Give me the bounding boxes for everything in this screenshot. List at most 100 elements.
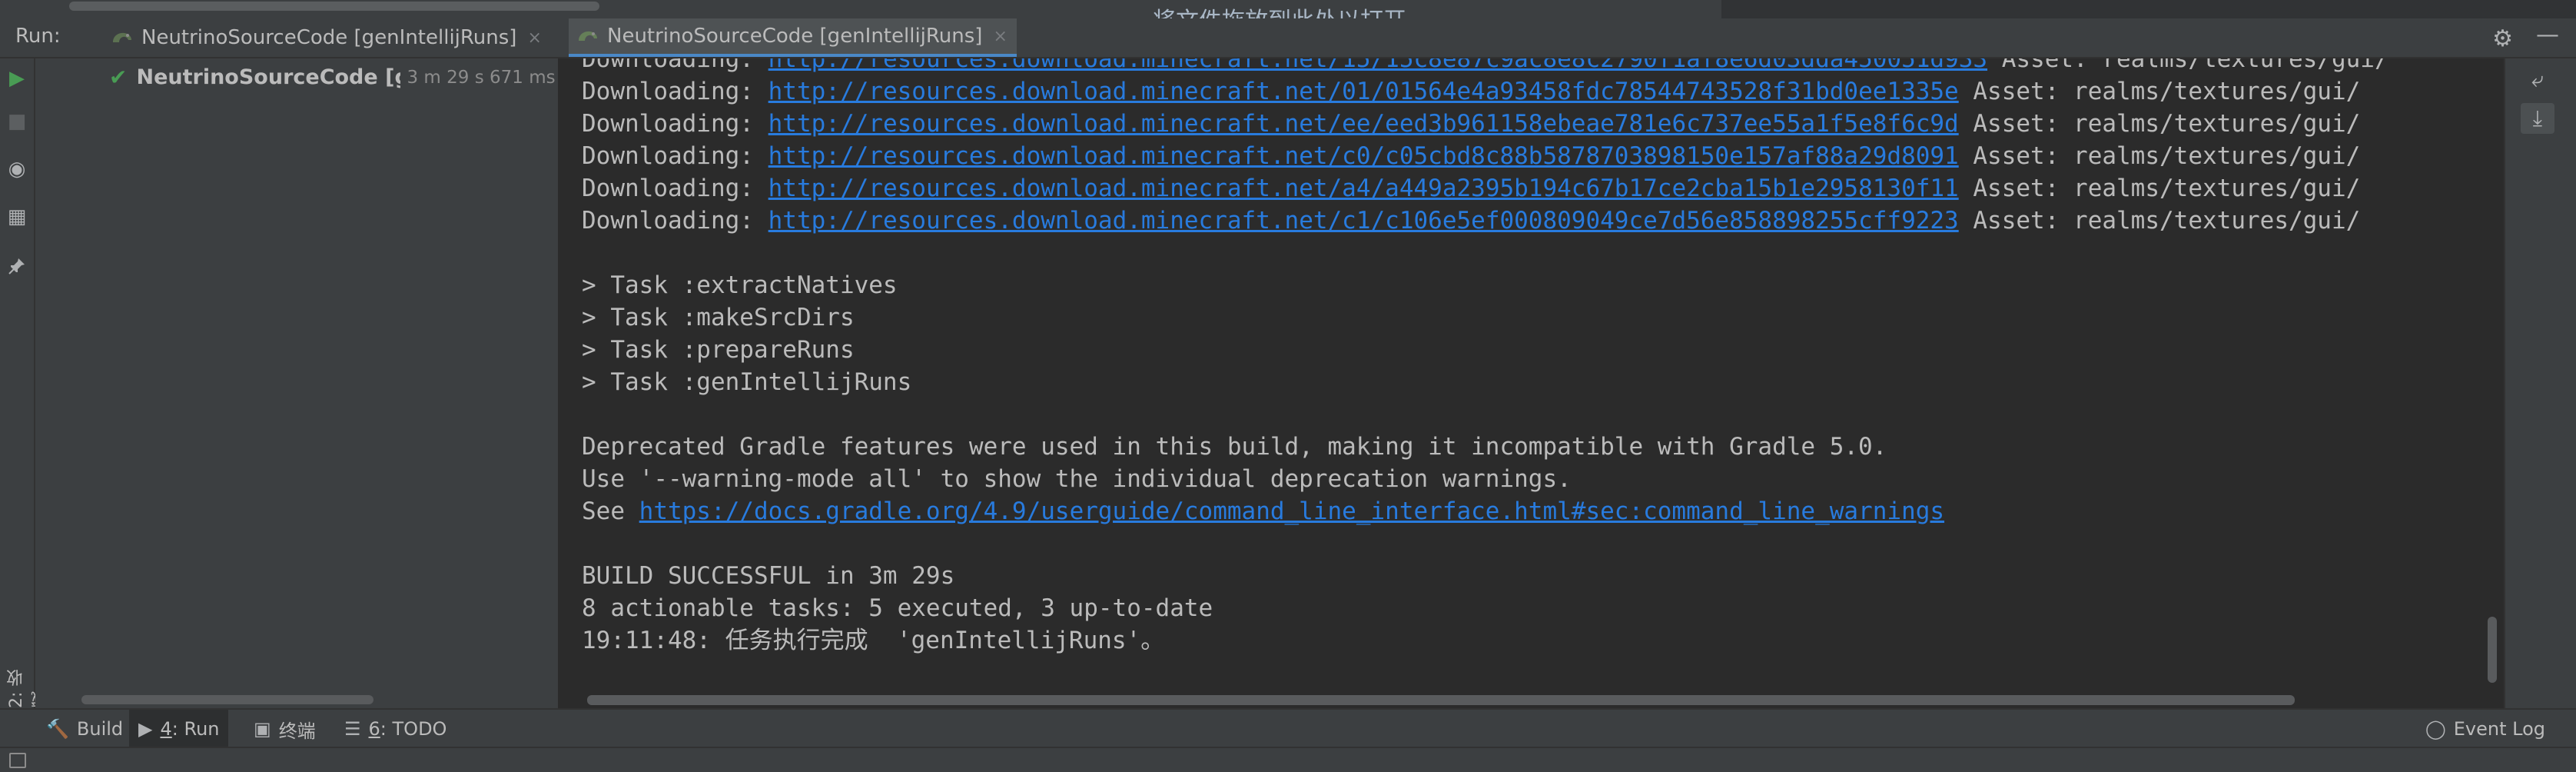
scroll-to-end-button[interactable]: ⤓ [2521,103,2554,134]
console-line-text: > Task :genIntellijRuns [582,368,912,396]
run-tool-button[interactable]: ▶ 4 : Run [129,710,229,748]
event-log-label: Event Log [2453,718,2545,740]
rerun-button[interactable]: ▶ [5,66,29,91]
run-right-toolbar: ⤶ ⤓ [2504,58,2576,708]
console-vertical-scrollbar[interactable] [2484,58,2502,708]
console-line: Downloading: http://resources.download.m… [582,172,2389,205]
console-line-text: Downloading: [582,207,768,235]
console-link[interactable]: http://resources.download.minecraft.net/… [768,78,1959,105]
console-line-text: Downloading: [582,58,768,73]
console-line: > Task :prepareRuns [582,334,2389,366]
console-line-suffix: Asset: realms/textures/gui/ [1958,78,2361,105]
pin-tab-button[interactable] [5,254,29,278]
tree-row-duration: 3 m 29 s 671 ms [407,67,556,88]
hammer-icon: 🔨 [46,718,69,740]
terminal-tool-label: 终端 [278,720,316,742]
run-tree-panel: ✔ NeutrinoSourceCode [genIntellijRuns] 3… [35,58,559,708]
console-link[interactable]: http://resources.download.minecraft.net/… [768,175,1959,202]
layout-button[interactable]: ▦ [5,205,29,229]
console-line-suffix: Asset: realms/textures/gui/ [1958,142,2361,170]
tree-row-title: NeutrinoSourceCode [genIntellijRuns] [136,65,400,89]
console-line-text: Downloading: [582,142,768,170]
console-horizontal-scroll-thumb[interactable] [587,695,2295,705]
console-vertical-scroll-thumb[interactable] [2488,617,2497,683]
editor-scrollbar[interactable] [69,2,599,11]
console-line-text: > Task :extractNatives [582,271,898,299]
console-line-text: > Task :prepareRuns [582,336,855,364]
console-line: Downloading: http://resources.download.m… [582,205,2389,237]
close-icon[interactable]: × [527,28,541,48]
run-icon: ▶ [138,718,153,740]
console-line-text: See [582,497,639,525]
run-tab-1[interactable]: NeutrinoSourceCode [genIntellijRuns] × [111,18,542,57]
console-line-suffix: Asset: realms/textures/gui/ [1987,58,2389,73]
stop-icon: ■ [7,110,27,133]
console-line-text: 19:11:48: 任务执行完成 'genIntellijRuns'。 [582,627,1165,654]
list-icon: ☰ [344,718,361,740]
todo-tool-button[interactable]: ☰ 6 : TODO [335,710,456,748]
show-passed-button[interactable]: ◉ [5,157,29,181]
todo-tool-mnemonic: 6 [368,718,380,740]
gear-icon[interactable]: ⚙ [2492,25,2513,52]
run-tool-label: : Run [171,718,220,740]
run-tab-2-active[interactable]: NeutrinoSourceCode [genIntellijRuns] × [569,18,1017,57]
console-line: > Task :extractNatives [582,269,2389,301]
console-link[interactable]: http://resources.download.minecraft.net/… [768,207,1959,235]
console-line: > Task :makeSrcDirs [582,301,2389,334]
gradle-icon [113,32,131,42]
console-line-text: > Task :makeSrcDirs [582,304,855,331]
console-line-text: Use '--warning-mode all' to show the ind… [582,465,1572,493]
rerun-icon: ▶ [9,67,25,90]
run-window-header: Run: NeutrinoSourceCode [genIntellijRuns… [0,18,2576,58]
pin-icon [8,258,25,275]
editor-side-panel [1721,0,2576,18]
terminal-icon: ▣ [254,718,271,740]
console-line: 8 actionable tasks: 5 executed, 3 up-to-… [582,592,2389,624]
tool-windows-toggle-icon[interactable] [9,753,26,768]
console-output[interactable]: Downloading: http://resources.download.m… [561,58,2484,694]
soft-wrap-icon: ⤶ [2531,67,2544,92]
console-line: BUILD SUCCESSFUL in 3m 29s [582,560,2389,592]
console-link[interactable]: http://resources.download.minecraft.net/… [768,142,1959,170]
scroll-to-end-icon: ⤓ [2532,105,2543,131]
console-link[interactable]: http://resources.download.minecraft.net/… [768,110,1959,138]
close-icon[interactable]: × [993,27,1007,46]
console-link[interactable]: http://resources.download.minecraft.net/… [768,58,1987,73]
console-line-text: BUILD SUCCESSFUL in 3m 29s [582,562,955,590]
gradle-icon [579,31,597,41]
console-line-suffix: Asset: realms/textures/gui/ [1958,110,2361,138]
console-line: > Task :genIntellijRuns [582,366,2389,398]
stop-button[interactable]: ■ [5,109,29,134]
build-tool-button[interactable]: 🔨 Build [37,710,132,748]
tree-row-root[interactable]: ✔ NeutrinoSourceCode [genIntellijRuns] 3… [109,65,586,90]
todo-tool-label: : TODO [380,718,447,740]
run-tool-mnemonic: 4 [160,718,172,740]
event-log-button[interactable]: ◯ Event Log [2425,710,2545,748]
build-tool-label: Build [76,718,124,740]
tool-window-bar: 🔨 Build ▶ 4 : Run ▣ 终端 ☰ 6 : TODO ◯ Even… [0,708,2576,748]
editor-area-strip: 将文件拖放到此处以打开 [0,0,2576,18]
console-line-text: Downloading: [582,110,768,138]
console-horizontal-scrollbar[interactable] [561,692,2484,708]
run-tab-2-label: NeutrinoSourceCode [genIntellijRuns] [607,25,983,48]
event-log-icon: ◯ [2425,718,2446,740]
run-left-toolbar: ▶ ■ ◉ ▦ 2: 收藏 ★ [0,58,51,750]
layout-icon: ▦ [7,205,27,228]
console-line: Deprecated Gradle features were used in … [582,431,2389,463]
console-line-suffix: Asset: realms/textures/gui/ [1958,207,2361,235]
console-line-suffix: Asset: realms/textures/gui/ [1958,175,2361,202]
minimize-icon[interactable]: — [2536,22,2559,48]
run-window-label: Run: [15,25,61,48]
status-bar [0,747,2576,772]
console-line: Downloading: http://resources.download.m… [582,75,2389,108]
soft-wrap-button[interactable]: ⤶ [2521,65,2554,95]
console-line: See https://docs.gradle.org/4.9/userguid… [582,495,2389,527]
console-line-text: 8 actionable tasks: 5 executed, 3 up-to-… [582,594,1213,622]
tree-horizontal-scrollbar[interactable] [81,695,373,704]
console-link[interactable]: https://docs.gradle.org/4.9/userguide/co… [639,497,1944,525]
console-line-text: Downloading: [582,175,768,202]
terminal-tool-button[interactable]: ▣ 终端 [244,710,325,748]
